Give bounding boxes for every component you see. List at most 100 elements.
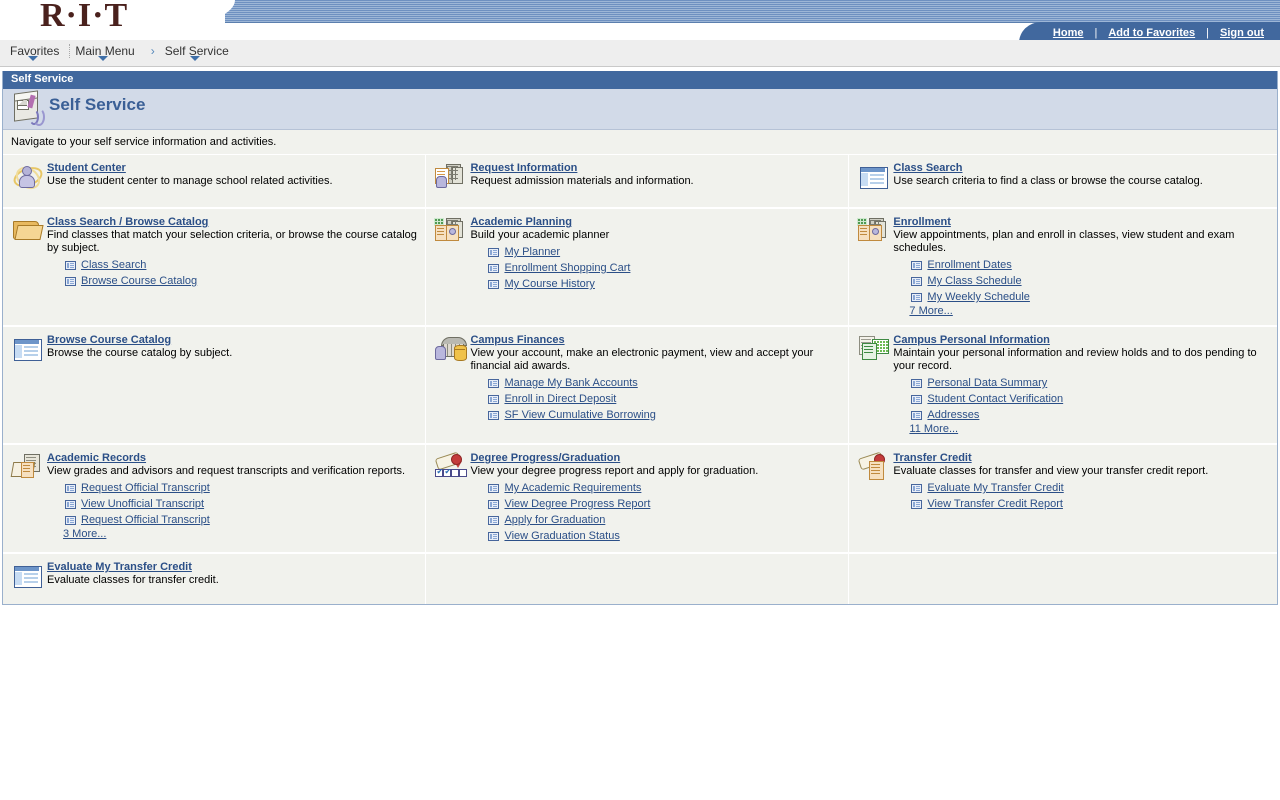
sublink-item[interactable]: View Graduation Status	[488, 528, 840, 544]
sign-out-link[interactable]: Sign out	[1220, 27, 1264, 39]
breadcrumb-item-main-menu[interactable]: Main Menu	[71, 40, 144, 61]
folder-title-link[interactable]: Class Search	[893, 162, 962, 174]
more-link[interactable]: 7 More...	[909, 305, 952, 317]
page-instructions: Navigate to your self service informatio…	[3, 130, 1277, 155]
folder-entry[interactable]: Class Search / Browse Catalog Find class…	[11, 215, 417, 289]
add-to-favorites-link[interactable]: Add to Favorites	[1108, 27, 1195, 39]
page-link-icon	[911, 378, 923, 388]
sublink[interactable]: Student Contact Verification	[927, 393, 1063, 405]
sublink[interactable]: View Unofficial Transcript	[81, 498, 204, 510]
sublink[interactable]: View Transfer Credit Report	[927, 498, 1063, 510]
sublink[interactable]: My Course History	[504, 278, 594, 290]
sublink[interactable]: My Class Schedule	[927, 275, 1021, 287]
sublink[interactable]: Personal Data Summary	[927, 377, 1047, 389]
sublink-item[interactable]: Apply for Graduation	[488, 512, 840, 528]
sublink[interactable]: Request Official Transcript	[81, 514, 210, 526]
folder-title-link[interactable]: Degree Progress/Graduation	[470, 452, 620, 464]
page-header: Self Service	[3, 89, 1277, 130]
folder-entry[interactable]: Student Center Use the student center to…	[10, 161, 417, 194]
more-link[interactable]: 11 More...	[909, 423, 958, 435]
folder-entry[interactable]: Browse Course Catalog Browse the course …	[11, 333, 417, 364]
folder-description: Use the student center to manage school …	[47, 175, 333, 187]
sublink[interactable]: Addresses	[927, 409, 979, 421]
sublink[interactable]: My Planner	[504, 246, 560, 258]
student-center-icon	[10, 162, 46, 194]
sublink-item[interactable]: My Planner	[488, 244, 840, 260]
folder-description: View appointments, plan and enroll in cl…	[893, 229, 1235, 254]
sublink-item[interactable]: Request Official Transcript	[65, 512, 417, 528]
folder-entry[interactable]: Transfer Credit Evaluate classes for tra…	[857, 451, 1269, 512]
sublink-item[interactable]: Enrollment Dates	[911, 257, 1269, 273]
folder-entry[interactable]: Evaluate My Transfer Credit Evaluate cla…	[11, 560, 417, 591]
folder-title-link[interactable]: Evaluate My Transfer Credit	[47, 561, 192, 573]
folder-entry[interactable]: Enrollment View appointments, plan and e…	[857, 215, 1269, 317]
folder-entry[interactable]: Class Search Use search criteria to find…	[857, 161, 1269, 192]
sublink[interactable]: My Weekly Schedule	[927, 291, 1030, 303]
sublink[interactable]: SF View Cumulative Borrowing	[504, 409, 655, 421]
more-link[interactable]: 3 More...	[63, 528, 106, 540]
sublink[interactable]: Evaluate My Transfer Credit	[927, 482, 1063, 494]
folder-entry[interactable]: Request Information Request admission ma…	[434, 161, 840, 192]
sublink[interactable]: Class Search	[81, 259, 146, 271]
folder-title-link[interactable]: Transfer Credit	[893, 452, 971, 464]
sublink[interactable]: Manage My Bank Accounts	[504, 377, 637, 389]
sublink-item[interactable]: View Unofficial Transcript	[65, 496, 417, 512]
breadcrumb-item-favorites[interactable]: Favorites	[6, 40, 69, 61]
grid-row: Browse Course Catalog Browse the course …	[3, 326, 1277, 445]
sublink[interactable]: View Graduation Status	[504, 530, 619, 542]
folder-title-link[interactable]: Campus Personal Information	[893, 334, 1049, 346]
sublink[interactable]: Enroll in Direct Deposit	[504, 393, 616, 405]
sublink[interactable]: My Academic Requirements	[504, 482, 641, 494]
folder-entry[interactable]: Campus Finances View your account, make …	[434, 333, 840, 423]
folder-entry[interactable]: Academic Records View grades and advisor…	[10, 451, 417, 540]
breadcrumb-item-self-service[interactable]: Self Service	[161, 40, 239, 61]
folder-entry[interactable]: Campus Personal Information Maintain you…	[857, 333, 1269, 435]
sublink-item[interactable]: Enroll in Direct Deposit	[488, 391, 840, 407]
sublink[interactable]: Enrollment Shopping Cart	[504, 262, 630, 274]
brand-stripe-decoration	[165, 0, 1280, 30]
folder-title-link[interactable]: Enrollment	[893, 216, 950, 228]
folder-title-link[interactable]: Campus Finances	[470, 334, 564, 346]
grid-cell-request-information: Request Information Request admission ma…	[425, 155, 850, 209]
sublink-item[interactable]: Student Contact Verification	[911, 391, 1269, 407]
sublink-item[interactable]: My Class Schedule	[911, 273, 1269, 289]
sublink[interactable]: Apply for Graduation	[504, 514, 605, 526]
page-link-icon	[488, 394, 500, 404]
sublink-item[interactable]: My Course History	[488, 276, 840, 292]
sublink-item[interactable]: Enrollment Shopping Cart	[488, 260, 840, 276]
home-link[interactable]: Home	[1053, 27, 1084, 39]
sublink-item[interactable]: View Transfer Credit Report	[911, 496, 1269, 512]
sublink-item[interactable]: View Degree Progress Report	[488, 496, 840, 512]
folder-title-link[interactable]: Browse Course Catalog	[47, 334, 171, 346]
self-service-panel: Self Service Self Service Navigate to yo…	[2, 71, 1278, 605]
sublink[interactable]: Browse Course Catalog	[81, 275, 197, 287]
sublink-list: Personal Data Summary Student Contact Ve…	[893, 375, 1269, 423]
sublink-item[interactable]: My Weekly Schedule	[911, 289, 1269, 305]
folder-entry[interactable]: Academic Planning Build your academic pl…	[434, 215, 840, 292]
folder-title-link[interactable]: Request Information	[470, 162, 577, 174]
sublink-item[interactable]: Class Search	[65, 257, 417, 273]
sublink-item[interactable]: Personal Data Summary	[911, 375, 1269, 391]
page-link-icon	[488, 531, 500, 541]
grid-cell-degree-progress-graduation: ✔ ✔ Degree Progress/Graduation View your …	[425, 444, 850, 554]
sublink-item[interactable]: My Academic Requirements	[488, 480, 840, 496]
sublink-item[interactable]: SF View Cumulative Borrowing	[488, 407, 840, 423]
sublink[interactable]: Request Official Transcript	[81, 482, 210, 494]
chevron-down-icon	[98, 56, 109, 61]
page-link-icon	[65, 515, 76, 525]
folder-title-link[interactable]: Class Search / Browse Catalog	[47, 216, 208, 228]
sublink[interactable]: View Degree Progress Report	[504, 498, 650, 510]
self-service-box-icon	[13, 90, 45, 126]
sublink-item[interactable]: Request Official Transcript	[65, 480, 417, 496]
sublink-item[interactable]: Evaluate My Transfer Credit	[911, 480, 1269, 496]
folder-title-link[interactable]: Student Center	[47, 162, 126, 174]
sublink[interactable]: Enrollment Dates	[927, 259, 1011, 271]
folder-title-link[interactable]: Academic Records	[47, 452, 146, 464]
sublink-item[interactable]: Addresses	[911, 407, 1269, 423]
folder-description: Use search criteria to find a class or b…	[893, 175, 1203, 187]
breadcrumb: Favorites Main Menu › Self Service	[0, 40, 1280, 67]
sublink-item[interactable]: Manage My Bank Accounts	[488, 375, 840, 391]
folder-title-link[interactable]: Academic Planning	[470, 216, 571, 228]
folder-entry[interactable]: ✔ ✔ Degree Progress/Graduation View your …	[434, 451, 840, 544]
sublink-item[interactable]: Browse Course Catalog	[65, 273, 417, 289]
